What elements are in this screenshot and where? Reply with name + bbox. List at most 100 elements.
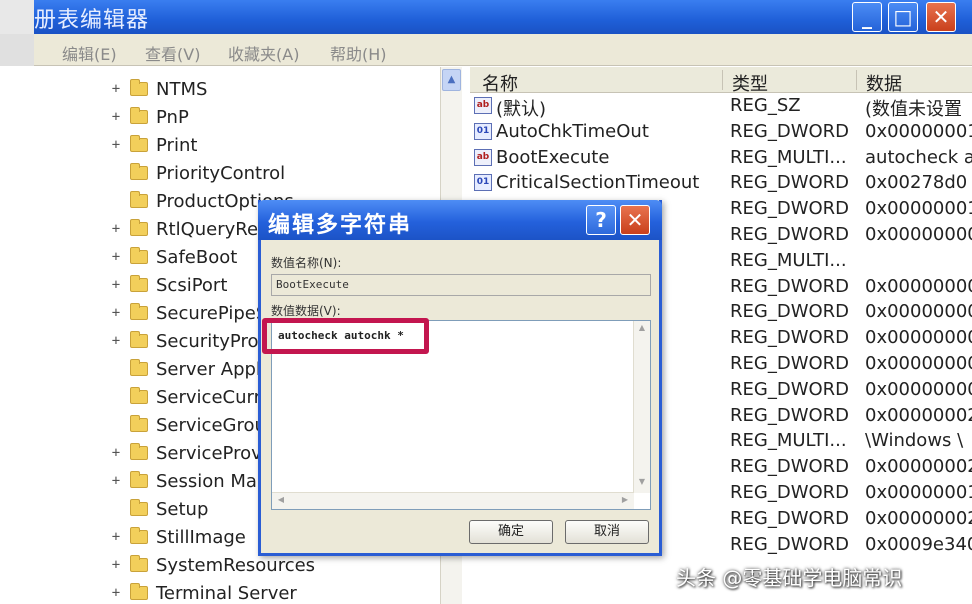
watermark: 头条 @零基础学电脑常识: [676, 566, 903, 590]
scroll-right-arrow[interactable]: ▶: [618, 495, 632, 507]
tree-item[interactable]: + Session Mar: [110, 467, 265, 495]
scroll-up-arrow[interactable]: ▲: [442, 69, 461, 91]
folder-icon: [130, 275, 148, 292]
column-divider[interactable]: [856, 70, 857, 90]
value-name: CriticalSectionTimeout: [496, 172, 700, 194]
tree-item[interactable]: Setup: [110, 495, 208, 523]
tree-item[interactable]: + Terminal Server: [110, 579, 297, 604]
tree-item-label: ScsiPort: [156, 274, 228, 296]
tree-item-label: Terminal Server: [156, 582, 297, 604]
value-type: REG_SZ: [730, 95, 801, 116]
tree-item[interactable]: ServiceCurre: [110, 383, 272, 411]
tree-item-label: PnP: [156, 106, 189, 128]
folder-icon: [130, 415, 148, 432]
expand-icon[interactable]: +: [110, 221, 122, 237]
value-type: REG_DWORD: [730, 482, 850, 503]
value-type: REG_DWORD: [730, 301, 850, 323]
value-data: 0x00000001: [865, 198, 972, 220]
folder-icon: [130, 303, 148, 320]
table-row[interactable]: ab (默认) REG_SZ (数值未设置: [470, 93, 972, 120]
expand-icon[interactable]: +: [110, 249, 122, 265]
tree-item[interactable]: Server Appli: [110, 355, 266, 383]
value-name: BootExecute: [496, 146, 610, 168]
ok-button[interactable]: 确定: [469, 520, 553, 544]
table-row[interactable]: ab BootExecute REG_MULTI... autocheck a: [470, 145, 972, 171]
tree-item[interactable]: PriorityControl: [110, 159, 285, 187]
value-data: 0x00000002: [865, 404, 972, 426]
value-type: REG_DWORD: [730, 120, 850, 142]
expand-icon[interactable]: +: [110, 109, 122, 125]
value-data: 0x00000002: [865, 456, 972, 478]
tree-item[interactable]: + ServiceProvi: [110, 439, 267, 467]
tree-item-label: PriorityControl: [156, 162, 286, 184]
table-row[interactable]: 01 AutoChkTimeOut REG_DWORD 0x00000001: [470, 119, 972, 145]
tree-item-label: NTMS: [156, 78, 208, 100]
value-data: 0x00278d0: [865, 172, 968, 194]
menu-view[interactable]: 查看(V): [145, 41, 200, 65]
expand-icon[interactable]: +: [110, 445, 122, 461]
value-data: autocheck a: [865, 146, 972, 168]
menu-edge: [0, 34, 34, 66]
tree-item[interactable]: + SecurityProv: [110, 327, 269, 355]
scroll-down-arrow[interactable]: ▼: [636, 477, 648, 491]
tree-item[interactable]: + ScsiPort: [110, 271, 228, 299]
menu-help[interactable]: 帮助(H): [330, 41, 387, 65]
folder-icon: [130, 471, 148, 488]
expand-icon[interactable]: +: [110, 557, 122, 573]
expand-icon[interactable]: +: [110, 305, 122, 321]
menu-favorites[interactable]: 收藏夹(A): [228, 41, 299, 65]
scroll-up-arrow[interactable]: ▲: [636, 323, 648, 337]
textarea-hscroll[interactable]: ◀ ▶: [272, 492, 634, 509]
edit-multi-string-dialog: 编辑多字符串 ? ✕ 数值名称(N): BootExecute 数值数据(V):…: [258, 200, 662, 556]
value-data: 0x00000000: [865, 378, 972, 400]
dialog-close-button[interactable]: ✕: [620, 205, 650, 235]
textarea-vscroll[interactable]: ▲ ▼: [633, 321, 650, 493]
value-name: AutoChkTimeOut: [496, 120, 649, 142]
menu-edit[interactable]: 编辑(E): [62, 41, 117, 65]
value-data: 0x00000000: [865, 327, 972, 349]
tree-item-label: RtlQueryRe: [156, 218, 259, 240]
value-type: REG_DWORD: [730, 404, 850, 426]
cancel-button[interactable]: 取消: [565, 520, 649, 544]
value-type: REG_DWORD: [730, 456, 850, 478]
value-data: 0x00000002: [865, 507, 972, 529]
tree-item-label: SystemResources: [156, 554, 316, 576]
string-value-icon: ab: [474, 97, 492, 114]
tree-item-label: Session Mar: [156, 470, 265, 492]
tree-item[interactable]: ServiceGrou: [110, 411, 266, 439]
tree-item[interactable]: + StillImage: [110, 523, 246, 551]
value-type: REG_MULTI...: [730, 146, 847, 168]
tree-item[interactable]: + SafeBoot: [110, 243, 238, 271]
string-value-icon: ab: [474, 148, 492, 166]
annotation-highlight-box: [262, 318, 429, 354]
tree-item[interactable]: + Print: [110, 131, 198, 159]
tree-item[interactable]: + RtlQueryRe: [110, 215, 258, 243]
dialog-titlebar: 编辑多字符串 ? ✕: [258, 200, 662, 240]
tree-item-label: ServiceCurre: [156, 386, 272, 408]
maximize-button[interactable]: □: [888, 2, 918, 32]
value-data: 0x00000000: [865, 301, 972, 323]
tree-item[interactable]: + NTMS: [110, 75, 208, 103]
value-type: REG_DWORD: [730, 507, 850, 529]
close-button[interactable]: ✕: [926, 2, 956, 32]
column-divider[interactable]: [722, 70, 723, 90]
expand-icon[interactable]: +: [110, 81, 122, 97]
folder-icon: [130, 359, 148, 376]
minimize-button[interactable]: _: [852, 2, 882, 32]
expand-icon[interactable]: +: [110, 529, 122, 545]
folder-icon: [130, 583, 148, 600]
folder-icon: [130, 219, 148, 236]
value-data: 0x0009e340: [865, 533, 972, 555]
expand-icon[interactable]: +: [110, 585, 122, 601]
tree-item[interactable]: + SecurePipeS: [110, 299, 268, 327]
table-row[interactable]: 01 CriticalSectionTimeout REG_DWORD 0x00278…: [470, 170, 972, 196]
help-button[interactable]: ?: [586, 205, 616, 235]
list-header: 名称 类型 数据: [470, 67, 972, 95]
expand-icon[interactable]: +: [110, 277, 122, 293]
expand-icon[interactable]: +: [110, 333, 122, 349]
tree-item[interactable]: + PnP: [110, 103, 189, 131]
folder-icon: [130, 163, 148, 180]
expand-icon[interactable]: +: [110, 473, 122, 489]
expand-icon[interactable]: +: [110, 137, 122, 153]
scroll-left-arrow[interactable]: ◀: [274, 495, 288, 507]
